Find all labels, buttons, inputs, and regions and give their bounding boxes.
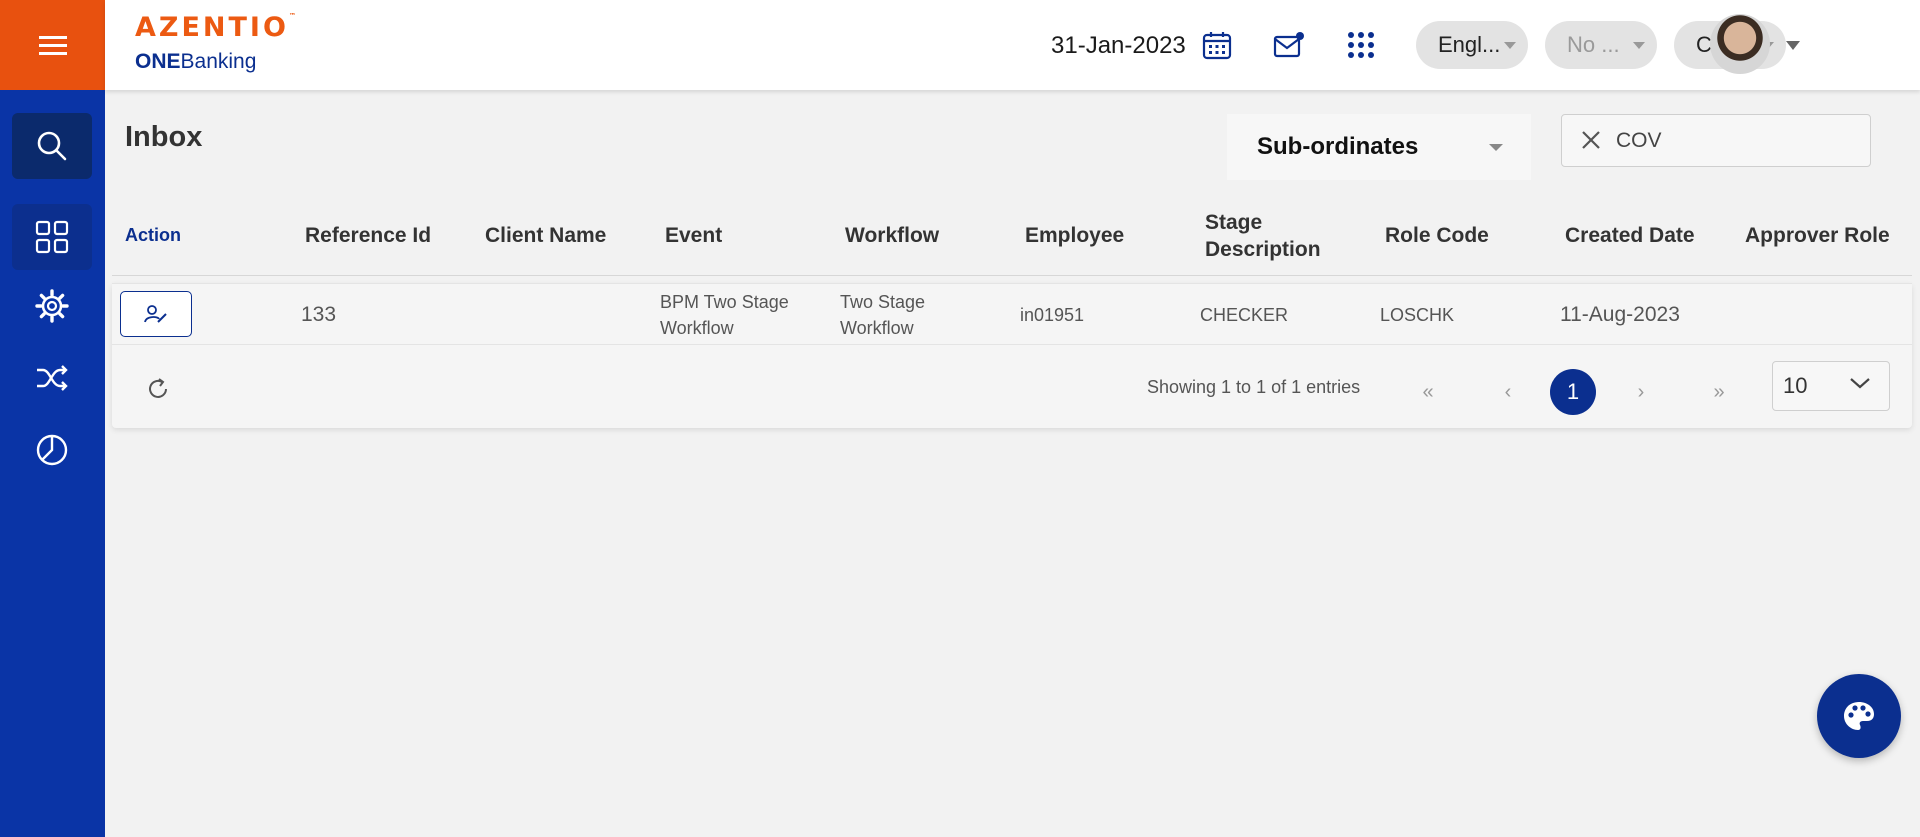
- top-header: AZENTIO™ ONEBanking 31-Jan-2023 Engl...: [105, 0, 1920, 90]
- column-header-approver-role[interactable]: Approver Role: [1745, 196, 1890, 276]
- hierarchy-filter-value: Sub-ordinates: [1257, 133, 1419, 160]
- refresh-icon[interactable]: [144, 375, 172, 403]
- column-header-workflow[interactable]: Workflow: [845, 196, 939, 276]
- column-header-role-code[interactable]: Role Code: [1385, 196, 1489, 276]
- column-header-event[interactable]: Event: [665, 196, 722, 276]
- sidebar-item-settings[interactable]: [12, 273, 92, 339]
- column-header-created-date[interactable]: Created Date: [1565, 196, 1695, 276]
- search-input[interactable]: COV: [1561, 114, 1871, 167]
- entity-select[interactable]: No ...: [1545, 21, 1657, 69]
- user-edit-icon: [144, 305, 167, 323]
- search-icon: [37, 131, 67, 161]
- dashboard-grid-icon: [35, 220, 69, 254]
- page-size-select[interactable]: 10: [1772, 361, 1890, 411]
- chevron-down-icon: [1633, 42, 1645, 49]
- sidebar-item-workflow[interactable]: [12, 345, 92, 411]
- business-date: 31-Jan-2023: [1051, 32, 1186, 59]
- double-chevron-left-icon: «: [1422, 380, 1434, 403]
- product-name: ONEBanking: [135, 50, 257, 73]
- table-header: Action Reference Id Client Name Event Wo…: [112, 196, 1912, 276]
- previous-page-button[interactable]: ‹: [1485, 369, 1531, 415]
- sidebar: [0, 90, 105, 837]
- cell-reference-id: 133: [301, 302, 337, 326]
- messages-button[interactable]: [1272, 28, 1306, 62]
- cell-created-date: 11-Aug-2023: [1560, 302, 1680, 326]
- cell-stage-description: CHECKER: [1200, 304, 1289, 325]
- gear-icon: [35, 289, 69, 323]
- chevron-left-icon: ‹: [1504, 380, 1512, 403]
- cell-employee: in01951: [1020, 304, 1085, 325]
- column-header-action[interactable]: Action: [125, 196, 181, 276]
- column-header-reference-id[interactable]: Reference Id: [305, 196, 431, 276]
- user-menu-chevron-icon[interactable]: [1786, 41, 1800, 50]
- action-button[interactable]: [120, 291, 192, 337]
- cell-event: BPM Two Stage Workflow: [660, 291, 789, 338]
- shuffle-icon: [37, 365, 68, 391]
- cell-workflow: Two Stage Workflow: [840, 291, 926, 338]
- hamburger-icon: [38, 36, 67, 55]
- first-page-button[interactable]: «: [1405, 369, 1451, 415]
- sidebar-item-reports[interactable]: [12, 417, 92, 483]
- search-value: COV: [1616, 128, 1662, 152]
- column-header-stage-description[interactable]: Stage Description: [1205, 196, 1335, 276]
- apps-button[interactable]: [1344, 28, 1378, 62]
- column-header-employee[interactable]: Employee: [1025, 196, 1124, 276]
- theme-button[interactable]: [1817, 674, 1901, 758]
- chevron-right-icon: ›: [1637, 380, 1645, 403]
- chevron-down-icon: [1504, 42, 1516, 49]
- sidebar-item-search[interactable]: [12, 113, 92, 179]
- user-avatar[interactable]: [1710, 14, 1770, 74]
- chevron-down-icon: [1489, 144, 1503, 151]
- double-chevron-right-icon: »: [1713, 380, 1725, 403]
- table-body-panel: 133 BPM Two Stage Workflow Two Stage Wor…: [112, 283, 1912, 428]
- menu-toggle-button[interactable]: [0, 0, 105, 90]
- hierarchy-filter-select[interactable]: Sub-ordinates: [1227, 114, 1531, 180]
- last-page-button[interactable]: »: [1696, 369, 1742, 415]
- mail-icon: [1273, 32, 1304, 58]
- page-size-value: 10: [1783, 373, 1808, 398]
- cell-role-code: LOSCHK: [1380, 304, 1455, 325]
- sidebar-item-dashboard[interactable]: [12, 204, 92, 270]
- page-1-button[interactable]: 1: [1550, 369, 1596, 415]
- table-row[interactable]: 133 BPM Two Stage Workflow Two Stage Wor…: [112, 283, 1912, 345]
- clear-search-icon[interactable]: [1580, 129, 1602, 151]
- calendar-icon: [1202, 32, 1232, 60]
- language-select[interactable]: Engl...: [1416, 21, 1528, 69]
- next-page-button[interactable]: ›: [1618, 369, 1664, 415]
- apps-grid-icon: [1348, 32, 1374, 58]
- column-header-client-name[interactable]: Client Name: [485, 196, 606, 276]
- page-title: Inbox: [125, 121, 203, 153]
- language-value: Engl...: [1438, 32, 1501, 57]
- entity-value: No ...: [1567, 32, 1620, 57]
- pagination-summary: Showing 1 to 1 of 1 entries: [1147, 377, 1361, 397]
- pie-chart-icon: [36, 434, 68, 466]
- palette-icon: [1844, 702, 1874, 730]
- chevron-down-icon: [1850, 378, 1870, 389]
- calendar-button[interactable]: [1200, 28, 1234, 62]
- brand-logo: AZENTIO™: [135, 12, 296, 43]
